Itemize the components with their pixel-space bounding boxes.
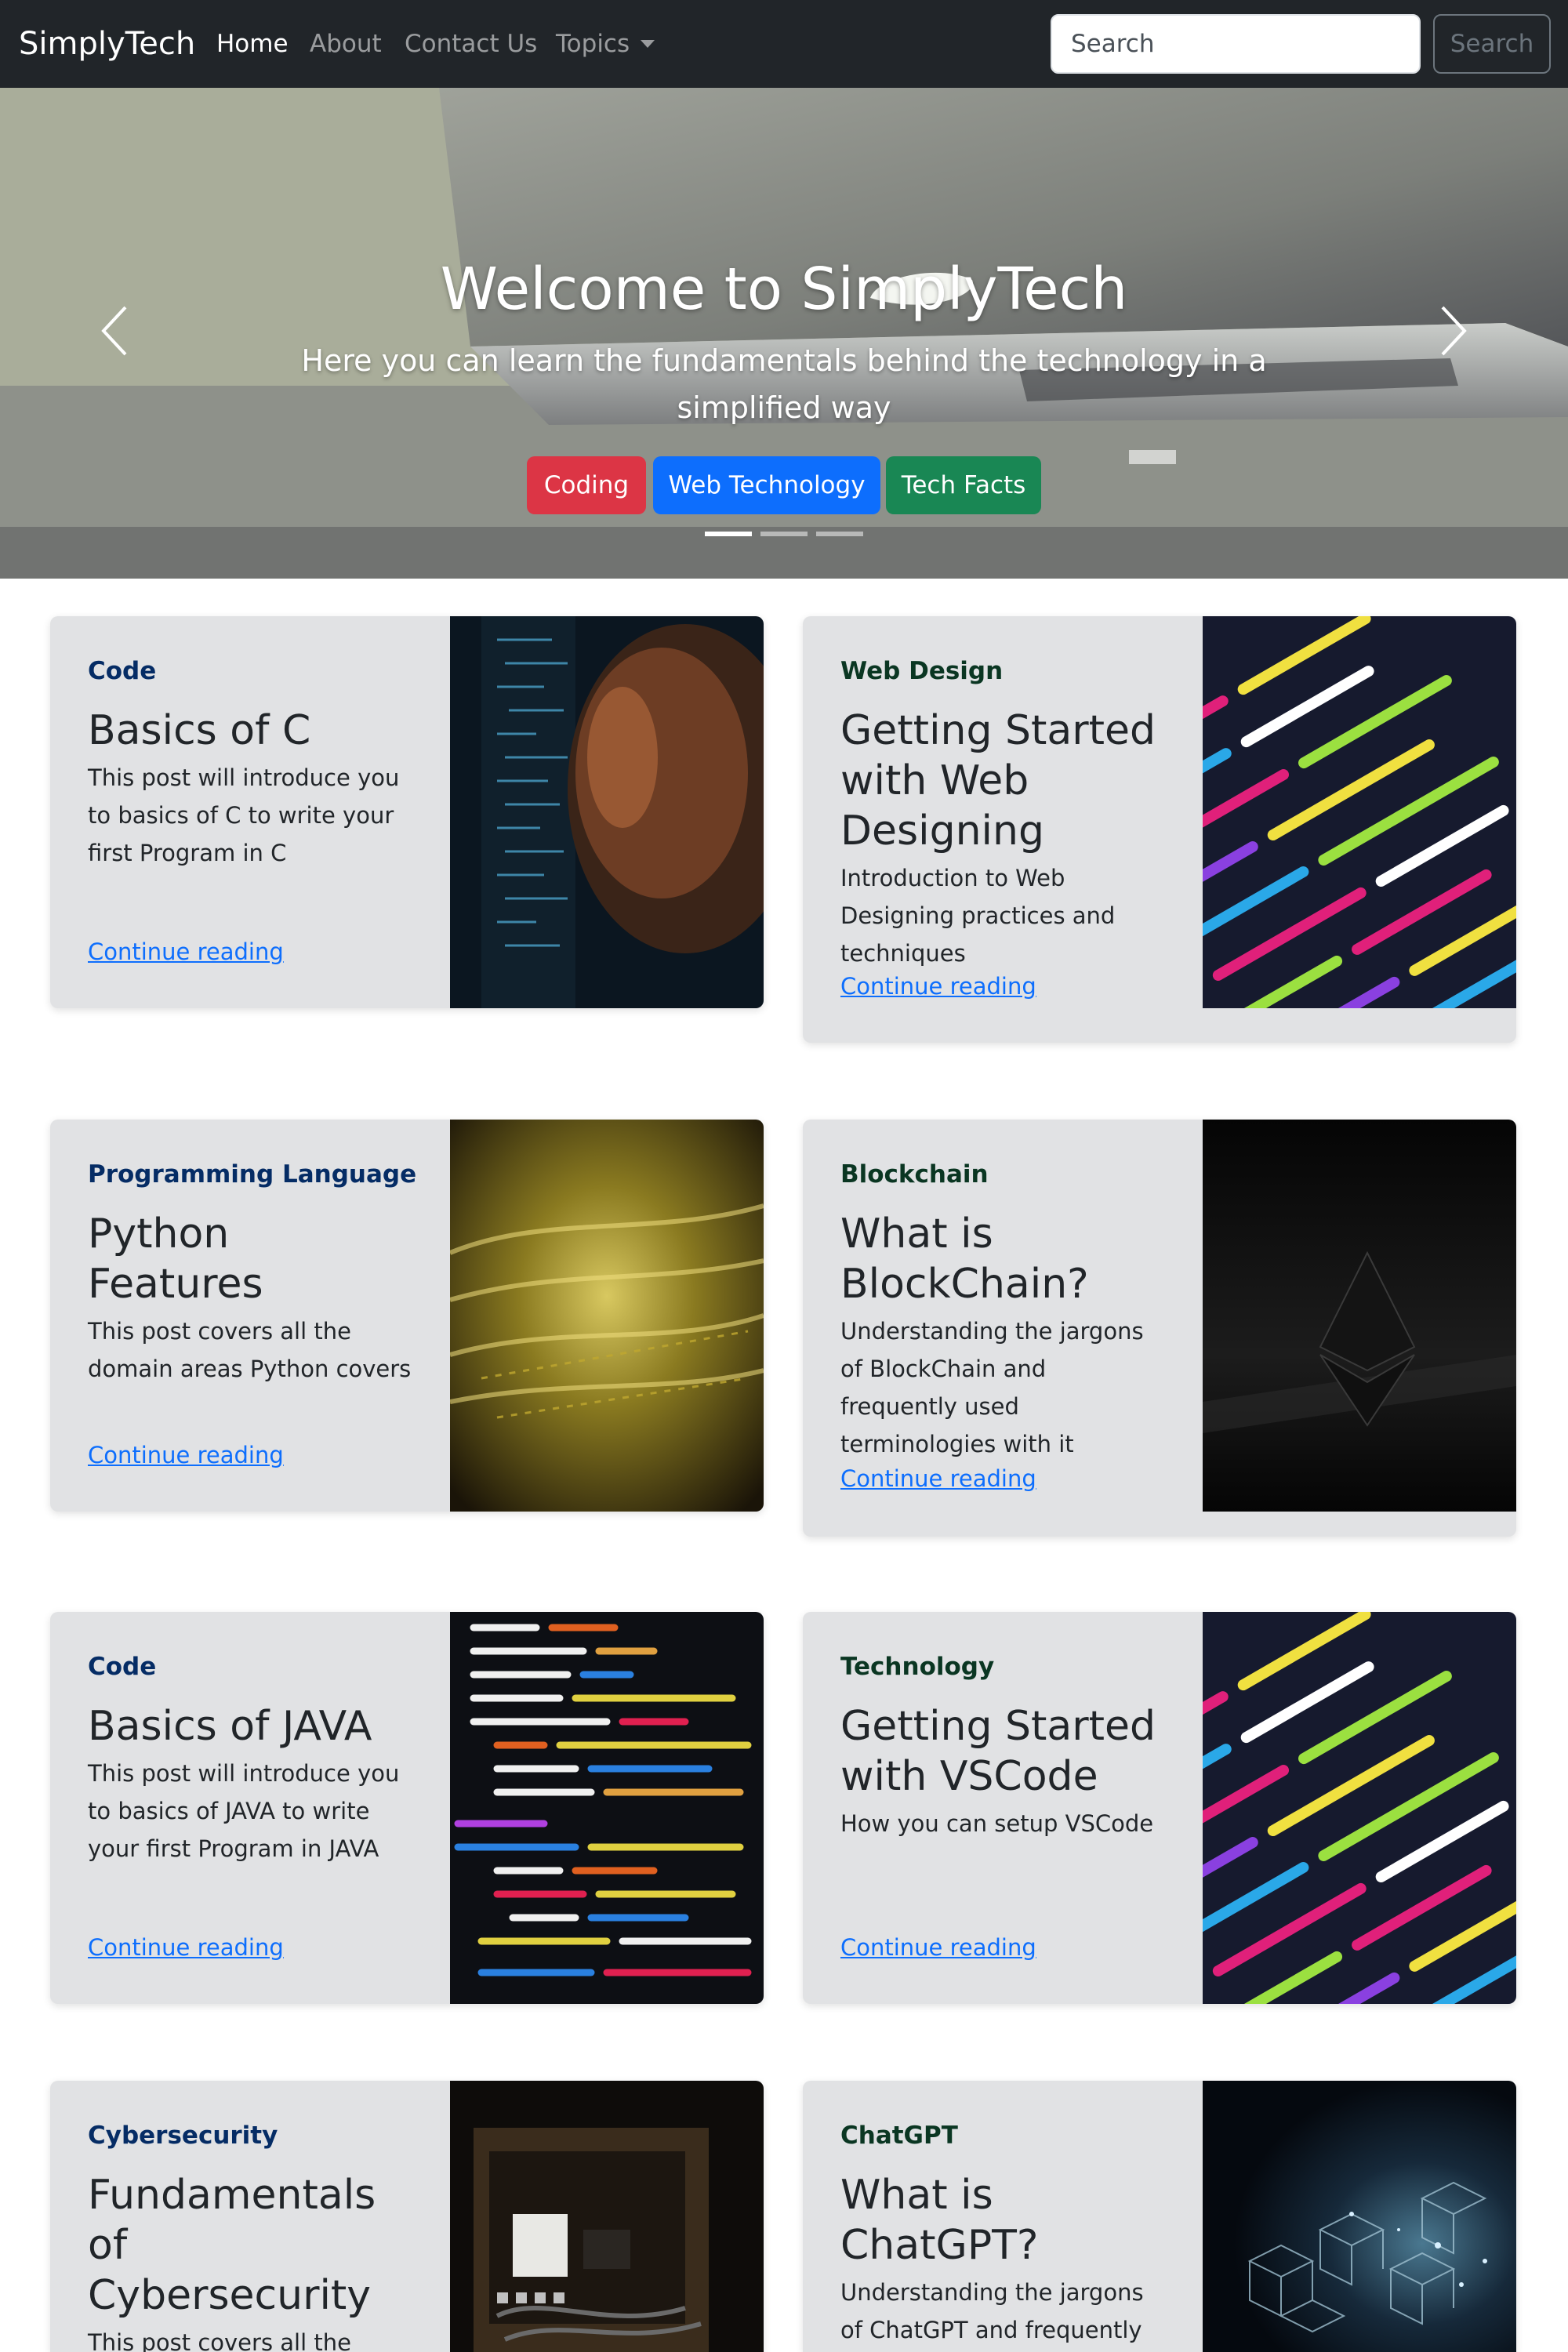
hero-title: Welcome to SimplyTech bbox=[440, 256, 1128, 323]
carousel-indicator-1[interactable] bbox=[705, 532, 752, 536]
continue-reading-link[interactable]: Continue reading bbox=[88, 1439, 284, 1471]
search-button[interactable]: Search bbox=[1433, 14, 1551, 74]
post-title: Getting Started with Web Designing bbox=[840, 707, 1156, 855]
continue-reading-link[interactable]: Continue reading bbox=[88, 1932, 284, 1963]
carousel-indicator-3[interactable] bbox=[816, 532, 863, 536]
post-title: What is ChatGPT? bbox=[840, 2172, 1039, 2269]
tech-facts-button[interactable]: Tech Facts bbox=[886, 456, 1041, 514]
post-card: Cybersecurity Fundamentals of Cybersecur… bbox=[50, 2081, 764, 2352]
developer-at-monitor-image bbox=[450, 616, 764, 1008]
nav-link-about[interactable]: About bbox=[310, 28, 382, 60]
post-category: Web Design bbox=[840, 657, 1004, 685]
carousel-indicator-2[interactable] bbox=[760, 532, 808, 536]
post-thumbnail bbox=[450, 1612, 764, 2004]
post-category: Technology bbox=[840, 1653, 995, 1681]
web-technology-button[interactable]: Web Technology bbox=[653, 456, 880, 514]
dark-code-screen-image bbox=[450, 1612, 764, 2004]
post-card: Code Basics of JAVA This post will intro… bbox=[50, 1612, 764, 2004]
nav-link-home[interactable]: Home bbox=[216, 28, 289, 60]
ethereum-logo-image bbox=[1203, 1120, 1516, 1512]
post-title: Basics of JAVA bbox=[88, 1703, 372, 1750]
continue-reading-link[interactable]: Continue reading bbox=[840, 1463, 1036, 1494]
post-card: Blockchain What is BlockChain? Understan… bbox=[803, 1120, 1516, 1537]
hero-subtitle: Here you can learn the fundamentals behi… bbox=[301, 343, 1267, 425]
motion-blur-image bbox=[450, 1120, 764, 1512]
post-card: Programming Language Python Features Thi… bbox=[50, 1120, 764, 1512]
top-navbar: SimplyTech Home About Contact Us Topics … bbox=[0, 0, 1568, 88]
post-category: Cybersecurity bbox=[88, 2122, 278, 2150]
chevron-down-icon bbox=[641, 39, 655, 48]
post-description: Introduction to Web Designing practices … bbox=[840, 865, 1116, 967]
post-description: This post covers all the domain areas Py… bbox=[88, 1318, 412, 1382]
post-card: Code Basics of C This post will introduc… bbox=[50, 616, 764, 1008]
colorful-code-image bbox=[1203, 1612, 1516, 2004]
post-category: Code bbox=[88, 1653, 157, 1681]
post-title: Getting Started with VSCode bbox=[840, 1703, 1156, 1800]
nav-topics-dropdown[interactable]: Topics bbox=[556, 28, 655, 60]
post-category: Programming Language bbox=[88, 1160, 417, 1189]
network-cubes-image bbox=[1203, 2081, 1516, 2352]
post-title: Fundamentals of Cybersecurity bbox=[88, 2172, 376, 2319]
post-thumbnail bbox=[1203, 616, 1516, 1008]
post-thumbnail bbox=[450, 1120, 764, 1512]
post-description: This post covers all the fundamentals of bbox=[88, 2329, 351, 2352]
post-category: Code bbox=[88, 657, 157, 685]
coding-button[interactable]: Coding bbox=[527, 456, 646, 514]
brand-logo[interactable]: SimplyTech bbox=[19, 24, 195, 64]
post-description: Understanding the jargons of BlockChain … bbox=[840, 1318, 1144, 1457]
post-title: Basics of C bbox=[88, 707, 311, 754]
post-thumbnail bbox=[1203, 2081, 1516, 2352]
post-description: How you can setup VSCode bbox=[840, 1810, 1154, 1837]
post-description: Understanding the jargons of ChatGPT and… bbox=[840, 2279, 1144, 2343]
post-thumbnail bbox=[450, 616, 764, 1008]
post-card: Web Design Getting Started with Web Desi… bbox=[803, 616, 1516, 1043]
continue-reading-link[interactable]: Continue reading bbox=[840, 1932, 1036, 1963]
post-thumbnail bbox=[1203, 1120, 1516, 1512]
continue-reading-link[interactable]: Continue reading bbox=[88, 936, 284, 967]
hardware-case-image bbox=[450, 2081, 764, 2352]
post-category: Blockchain bbox=[840, 1160, 989, 1189]
post-title: What is BlockChain? bbox=[840, 1210, 1089, 1308]
post-title: Python Features bbox=[88, 1210, 263, 1308]
post-category: ChatGPT bbox=[840, 2122, 958, 2150]
post-thumbnail bbox=[450, 2081, 764, 2352]
nav-topics-label: Topics bbox=[556, 30, 630, 58]
colorful-code-image bbox=[1203, 616, 1516, 1008]
hero-carousel: Welcome to SimplyTech Here you can learn… bbox=[0, 88, 1568, 579]
continue-reading-link[interactable]: Continue reading bbox=[840, 971, 1036, 1002]
post-card: Technology Getting Started with VSCode H… bbox=[803, 1612, 1516, 2004]
post-description: This post will introduce you to basics o… bbox=[88, 1760, 400, 1862]
nav-link-contact-us[interactable]: Contact Us bbox=[405, 28, 537, 60]
search-input[interactable] bbox=[1051, 14, 1421, 74]
post-description: This post will introduce you to basics o… bbox=[88, 764, 400, 866]
post-thumbnail bbox=[1203, 1612, 1516, 2004]
post-card: ChatGPT What is ChatGPT? Understanding t… bbox=[803, 2081, 1516, 2352]
